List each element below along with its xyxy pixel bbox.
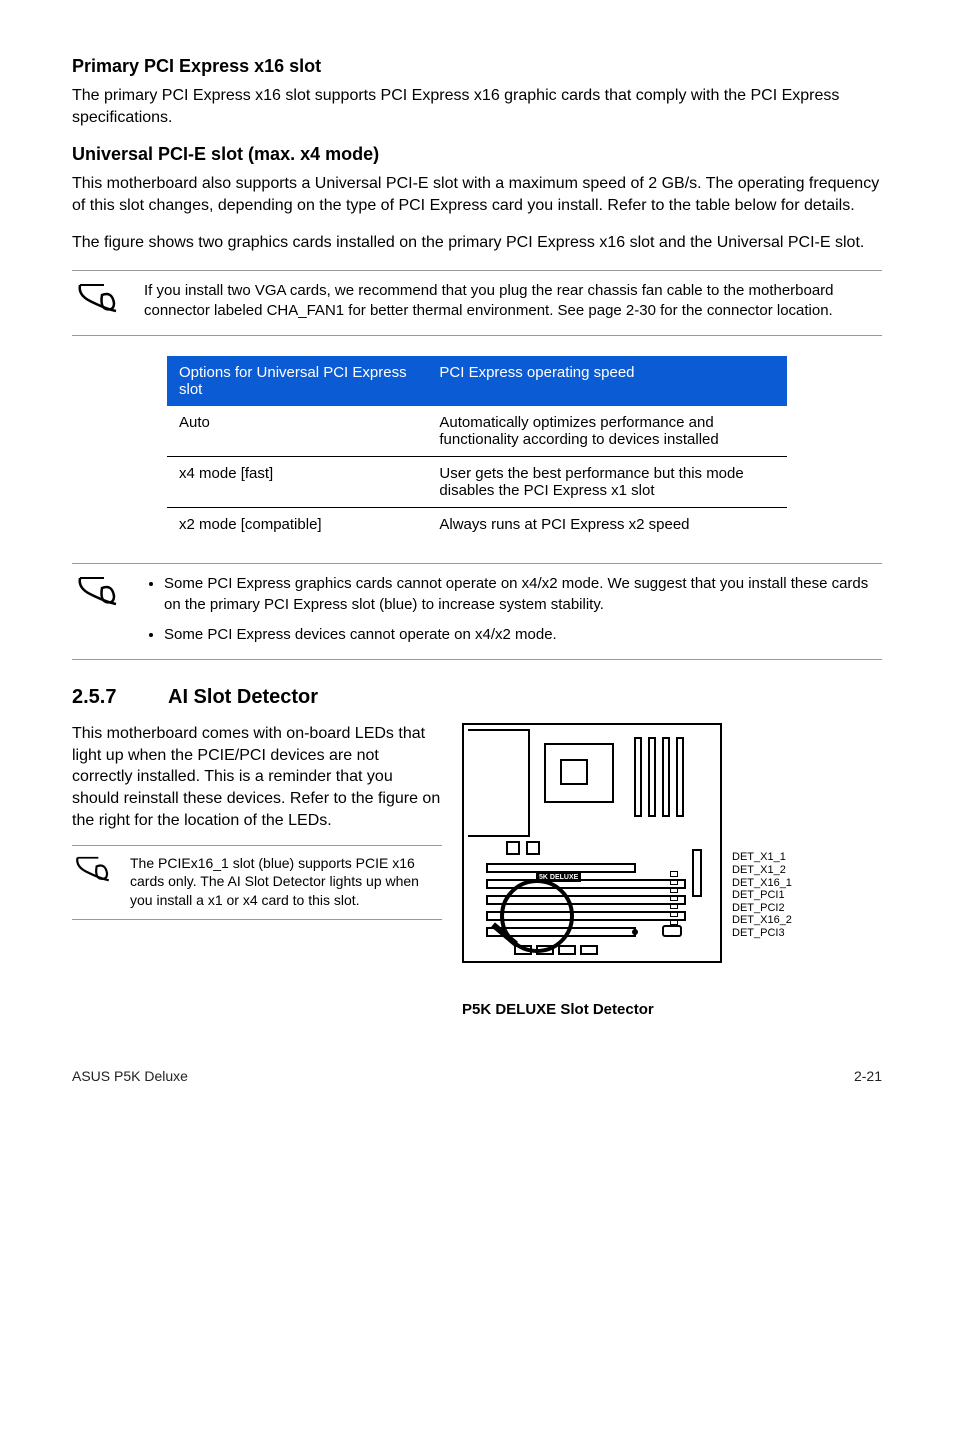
expansion-slot — [486, 863, 636, 873]
dimm-slot — [676, 737, 684, 817]
diagram-caption: P5K DELUXE Slot Detector — [462, 1001, 882, 1018]
dimm-slot — [634, 737, 642, 817]
ai-slot-number: 2.5.7 — [72, 686, 168, 709]
table-row: x4 mode [fast] User gets the best perfor… — [167, 457, 787, 508]
note-bullets: Some PCI Express graphics cards cannot o… — [72, 563, 882, 660]
ai-slot-title: AI Slot Detector — [168, 686, 318, 708]
expansion-slot — [486, 895, 686, 905]
small-chip — [526, 841, 540, 855]
pin-label: DET_PCI2 — [732, 902, 792, 915]
note-bullet-2: Some PCI Express devices cannot operate … — [164, 625, 878, 645]
table-header-1: Options for Universal PCI Express slot — [167, 356, 427, 406]
note-vga: If you install two VGA cards, we recomme… — [72, 270, 882, 337]
table-row: Auto Automatically optimizes performance… — [167, 406, 787, 457]
expansion-slot — [486, 879, 686, 889]
table-row: x2 mode [compatible] Always runs at PCI … — [167, 508, 787, 556]
note-icon — [76, 281, 122, 315]
footer-right: 2-21 — [854, 1068, 882, 1084]
universal-body2: The figure shows two graphics cards inst… — [72, 232, 882, 254]
note-mini-text: The PCIEx16_1 slot (blue) supports PCIE … — [130, 854, 440, 909]
table-cell: Always runs at PCI Express x2 speed — [427, 508, 787, 556]
ai-slot-heading: 2.5.7AI Slot Detector — [72, 686, 882, 709]
table-cell: x2 mode [compatible] — [167, 508, 427, 556]
pin-label: DET_PCI1 — [732, 889, 792, 902]
pin-label: DET_X1_2 — [732, 864, 792, 877]
options-table: Options for Universal PCI Express slot P… — [167, 356, 787, 555]
table-cell: Auto — [167, 406, 427, 457]
note-vga-text: If you install two VGA cards, we recomme… — [144, 281, 878, 322]
table-cell: User gets the best performance but this … — [427, 457, 787, 508]
pin-label: DET_X1_1 — [732, 851, 792, 864]
note-mini: The PCIEx16_1 slot (blue) supports PCIE … — [72, 845, 442, 920]
table-cell: x4 mode [fast] — [167, 457, 427, 508]
small-chip — [506, 841, 520, 855]
diagram-inner-label: 5K DELUXE — [536, 873, 581, 882]
dimm-slot — [662, 737, 670, 817]
primary-heading: Primary PCI Express x16 slot — [72, 56, 882, 77]
footer-left: ASUS P5K Deluxe — [72, 1068, 188, 1084]
expansion-slot — [486, 911, 686, 921]
pin-label: DET_X16_2 — [732, 914, 792, 927]
note-icon — [76, 574, 122, 608]
south-connector — [692, 849, 702, 897]
slot-detector-diagram: 5K DELUXE DET_X1_1 DET_X1_2 DET_X16_1 DE… — [462, 723, 842, 993]
pin-label: DET_X16_1 — [732, 877, 792, 890]
cpu-inner — [560, 759, 588, 785]
table-header-2: PCI Express operating speed — [427, 356, 787, 406]
led-column — [670, 871, 678, 927]
universal-heading: Universal PCI-E slot (max. x4 mode) — [72, 144, 882, 165]
pin-label: DET_PCI3 — [732, 927, 792, 940]
pin-labels: DET_X1_1 DET_X1_2 DET_X16_1 DET_PCI1 DET… — [732, 851, 792, 939]
universal-body1: This motherboard also supports a Univers… — [72, 173, 882, 216]
note-bullet-1: Some PCI Express graphics cards cannot o… — [164, 574, 878, 615]
ai-slot-intro: This motherboard comes with on-board LED… — [72, 723, 442, 831]
page-footer: ASUS P5K Deluxe 2-21 — [72, 1068, 882, 1084]
header-row — [514, 945, 654, 955]
io-block — [468, 729, 530, 837]
table-cell: Automatically optimizes performance and … — [427, 406, 787, 457]
dimm-slot — [648, 737, 656, 817]
note-icon — [74, 854, 114, 909]
primary-body: The primary PCI Express x16 slot support… — [72, 85, 882, 128]
